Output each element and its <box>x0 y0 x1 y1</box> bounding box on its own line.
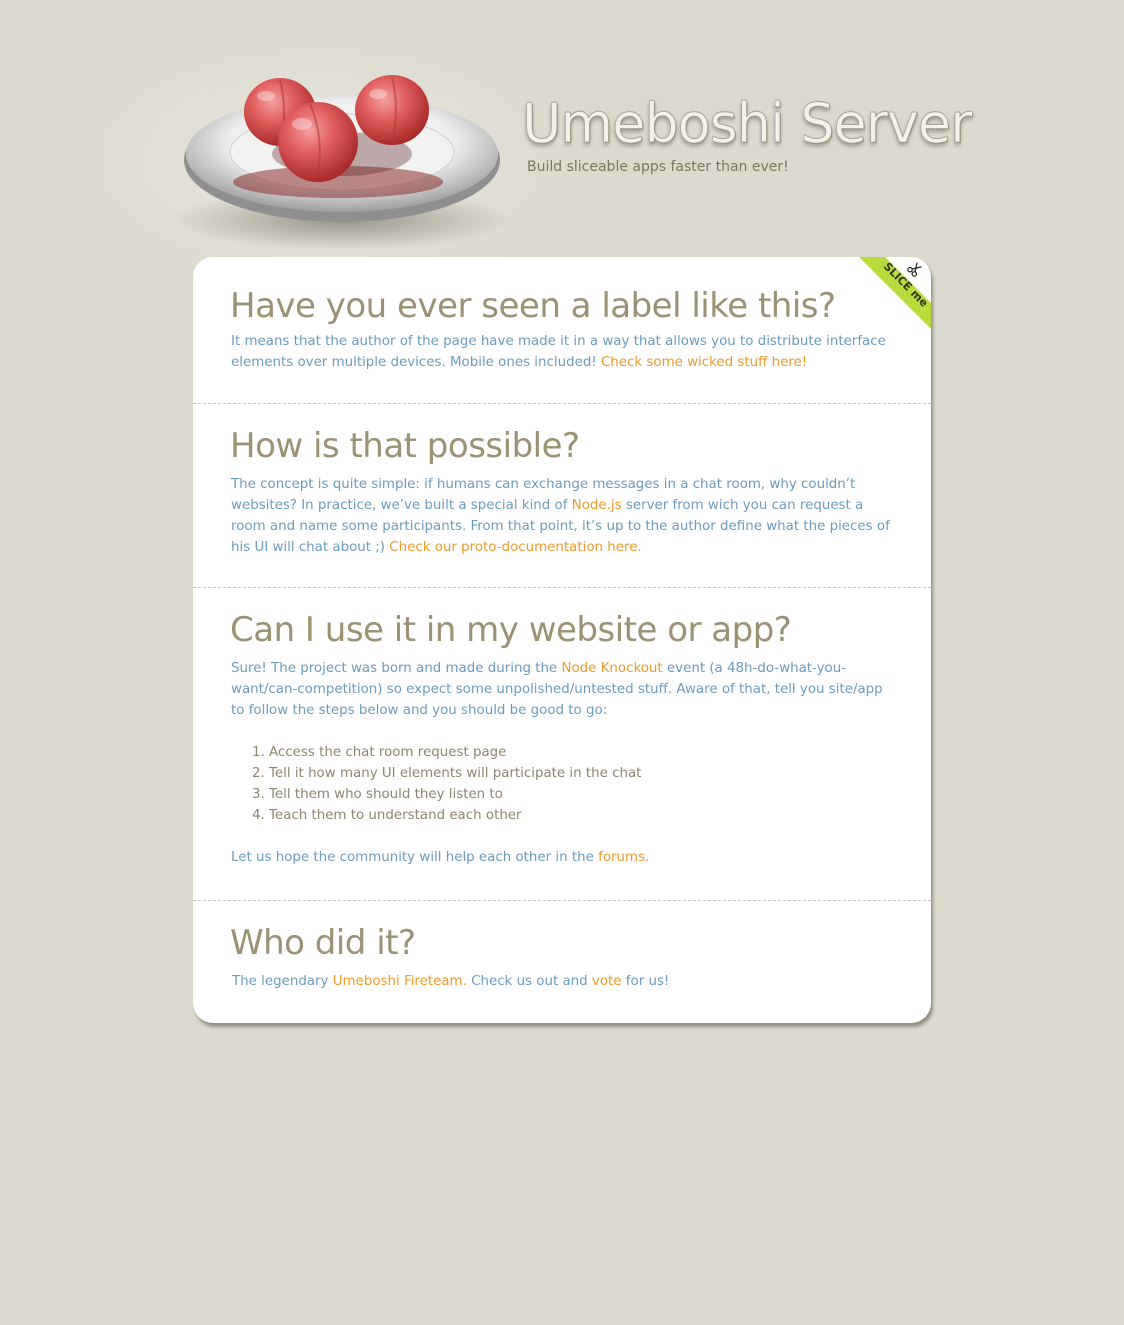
site-header: Umeboshi Server Build sliceable apps fas… <box>0 0 1124 300</box>
community-paragraph: Let us hope the community will help each… <box>231 847 899 868</box>
paragraph-text: Let us hope the community will help each… <box>231 850 599 865</box>
paragraph-text: The legendary <box>232 974 333 989</box>
section-paragraph: Sure! The project was born and made duri… <box>231 658 899 721</box>
section-heading: Can I use it in my website or app? <box>230 610 792 650</box>
section-paragraph: It means that the author of the page hav… <box>231 331 899 373</box>
node-knockout-link[interactable]: Node Knockout <box>561 661 662 676</box>
nodejs-link[interactable]: Node.js <box>572 498 622 513</box>
content-card: SLICE me Have you ever seen a label like… <box>193 257 931 1023</box>
section-divider <box>193 587 931 588</box>
section-paragraph: The concept is quite simple: if humans c… <box>231 474 899 558</box>
section-heading: How is that possible? <box>230 426 580 466</box>
list-item: Access the chat room request page <box>269 742 641 763</box>
list-item: Tell them who should they listen to <box>269 784 641 805</box>
paragraph-text: Sure! The project was born and made duri… <box>231 661 562 676</box>
section-divider <box>193 900 931 901</box>
fireteam-link[interactable]: Umeboshi Fireteam. <box>333 974 467 989</box>
list-item: Teach them to understand each other <box>269 805 641 826</box>
list-item: Tell it how many UI elements will partic… <box>269 763 641 784</box>
paragraph-text: for us! <box>621 974 670 989</box>
section-divider <box>193 403 931 404</box>
umeboshi-plate-logo <box>172 75 512 250</box>
steps-list: Access the chat room request page Tell i… <box>231 742 641 826</box>
site-tagline: Build sliceable apps faster than ever! <box>527 159 789 175</box>
site-title: Umeboshi Server <box>522 92 973 156</box>
section-heading: Have you ever seen a label like this? <box>230 286 836 326</box>
vote-link[interactable]: vote <box>592 974 622 989</box>
forums-link[interactable]: forums. <box>598 850 649 865</box>
section-paragraph: The legendary Umeboshi Fireteam. Check u… <box>232 971 900 992</box>
slice-me-badge[interactable]: SLICE me <box>859 257 931 329</box>
wicked-stuff-link[interactable]: Check some wicked stuff here! <box>601 355 807 370</box>
paragraph-text: Check us out and <box>466 974 592 989</box>
documentation-link[interactable]: Check our proto-documentation here. <box>389 540 641 555</box>
section-heading: Who did it? <box>230 923 416 963</box>
